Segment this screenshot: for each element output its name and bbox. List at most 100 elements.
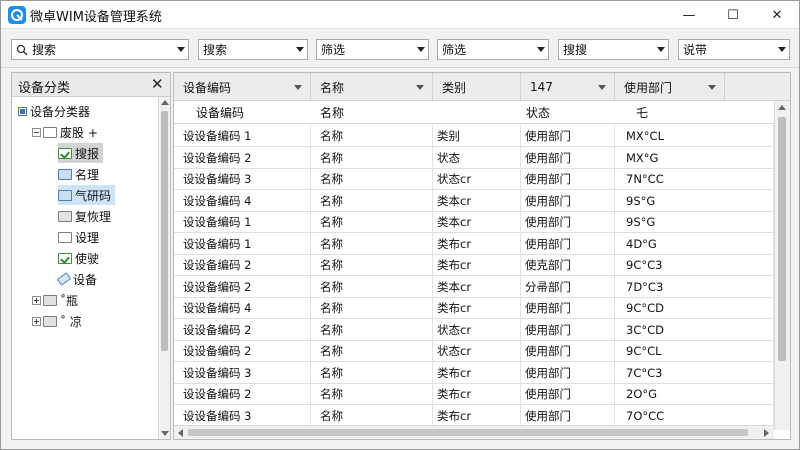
table-cell: 状态cr [433,340,521,362]
minimize-button[interactable]: — [667,1,711,29]
search-type-combo[interactable]: 搜索 [198,39,308,60]
table-cell: 9S°G [615,211,774,233]
scroll-up-icon[interactable] [778,105,786,110]
tree-item[interactable]: 搜报 [58,143,104,163]
table-cell: 7C°C3 [615,361,774,384]
table-row[interactable]: 设设备编码 2 名称 类本cr 分帚部门 7D°C3 [174,275,774,298]
column-header[interactable]: 设备编码 [174,73,311,101]
table-row[interactable]: 设设备编码 2 名称 状态cr 使用部门 9C°CL [174,340,774,362]
table-horizontal-scrollbar[interactable] [174,425,774,439]
search-combo[interactable]: 搜索 [11,39,189,60]
table-row[interactable]: 设设备编码 2 名称 状态cr 使用部门 3C°CD [174,318,774,341]
table-cell: 使用部门 [521,318,615,341]
table-cell: 9C°CL [615,340,774,362]
chevron-down-icon[interactable] [414,40,428,59]
tree-item[interactable]: 设备 [56,269,101,289]
chevron-down-icon[interactable] [174,40,188,59]
scroll-up-icon[interactable] [161,100,169,105]
chevron-down-icon[interactable] [294,84,302,90]
column-header[interactable]: 147 [521,73,615,101]
table-row[interactable]: 设设备编码 3 名称 类布cr 使用部门 7O°CC [174,404,774,427]
table-row[interactable]: 设设备编码 1 名称 类别 使用部门 MX°CL [174,125,774,147]
tree-item[interactable]: 设理 [58,227,103,247]
table-row[interactable]: 设设备编码 4 名称 类布cr 使用部门 9C°CD [174,297,774,319]
chevron-down-icon[interactable] [654,40,668,59]
table-cell: 设设备编码 2 [174,254,311,276]
table-row[interactable]: 设设备编码 1 名称 类本cr 使用部门 9S°G [174,211,774,233]
folder-blue-icon [58,168,72,180]
category-scrollbar[interactable] [158,97,170,439]
scroll-left-icon[interactable] [178,429,183,437]
table-cell: 类布cr [433,383,521,405]
table-horizontal-scroll-thumb[interactable] [188,429,748,436]
table-cell: 类本cr [433,211,521,233]
column-header[interactable]: 使用部门 [615,73,725,101]
root-icon [18,106,27,116]
expand-icon[interactable] [32,295,41,305]
table-cell: 类布cr [433,232,521,255]
table-vertical-scroll-thumb[interactable] [778,117,786,361]
subheader-cell: 名称 [320,106,345,120]
tree-item[interactable]: 气研码 [58,185,116,205]
table-cell: 名称 [311,168,433,190]
chevron-down-icon[interactable] [775,40,789,59]
tree-item-label: 名理 [75,167,100,182]
table-cell: 名称 [311,318,433,341]
table-cell: 使用部门 [521,146,615,169]
collapse-icon[interactable] [32,127,41,137]
table-cell: 类布cr [433,254,521,276]
column-header[interactable]: 类别 [433,73,521,101]
options-combo[interactable]: 说带 [678,39,790,60]
table-row[interactable]: 设设备编码 1 名称 类布cr 使用部门 4D°G [174,232,774,255]
chevron-down-icon[interactable] [708,84,716,90]
close-button[interactable]: ✕ [755,1,799,29]
table-cell: 名称 [311,254,433,276]
table-row[interactable]: 设设备编码 4 名称 类本cr 使用部门 9S°G [174,189,774,212]
column-header-label: 类别 [442,80,467,95]
scroll-down-icon[interactable] [161,431,169,436]
chevron-down-icon[interactable] [534,40,548,59]
tree-item[interactable]: 废股 + [32,122,102,142]
tree-item[interactable]: 名理 [58,164,103,184]
tree-item[interactable]: 复恢理 [58,206,115,226]
table-row[interactable]: 设设备编码 2 名称 状态 使用部门 MX°G [174,146,774,169]
category-scroll-thumb[interactable] [161,111,168,351]
table-cell: 7D°C3 [615,275,774,298]
tree-item[interactable]: 使驶 [58,248,103,268]
chevron-down-icon[interactable] [293,40,307,59]
chevron-down-icon[interactable] [416,84,424,90]
app-logo-icon [8,6,26,24]
column-header-label: 147 [530,80,553,94]
table-row[interactable]: 设设备编码 2 名称 类布cr 使克部门 9C°C3 [174,254,774,276]
tree-item[interactable]: 设备分类器 [18,101,94,121]
filter-combo-1[interactable]: 筛选 [316,39,429,60]
maximize-button[interactable]: ☐ [711,1,755,29]
table-vertical-scrollbar[interactable] [774,101,790,430]
panel-close-icon[interactable]: ✕ [151,75,164,93]
tree-item-label: 设理 [75,230,100,245]
table-row[interactable]: 设设备编码 2 名称 类布cr 使用部门 2O°G [174,383,774,405]
search-combo-2[interactable]: 搜搜 [558,39,669,60]
table-row[interactable]: 设设备编码 3 名称 状态cr 使用部门 7N°CC [174,168,774,190]
folder-icon [58,231,72,243]
filter-combo-2[interactable]: 筛选 [437,39,549,60]
app-window: 微卓WIM设备管理系统 — ☐ ✕ 搜索 搜索 筛选 筛选 搜搜 说带 设备分类… [0,0,800,450]
table-cell: 类本cr [433,189,521,212]
column-header-label: 使用部门 [624,80,673,95]
table-cell: 类布cr [433,297,521,319]
table-cell: 4D°G [615,232,774,255]
table-cell: 名称 [311,297,433,319]
table-cell: 设设备编码 2 [174,275,311,298]
subheader-cell: 设备编码 [196,106,245,120]
tree-item[interactable]: ˚ 凉 [32,311,86,331]
scroll-right-icon[interactable] [764,429,769,437]
search-combo-value: 搜索 [32,43,57,57]
table-row[interactable]: 设设备编码 3 名称 类布cr 使用部门 7C°C3 [174,361,774,384]
folder-check-icon [58,147,72,159]
column-header[interactable]: 名称 [311,73,433,101]
tree-item-label: 设备分类器 [30,104,91,119]
tree-item[interactable]: ˚瓶 [32,290,82,310]
column-header-label: 名称 [320,80,345,95]
expand-icon[interactable] [32,316,41,326]
chevron-down-icon[interactable] [598,84,606,90]
